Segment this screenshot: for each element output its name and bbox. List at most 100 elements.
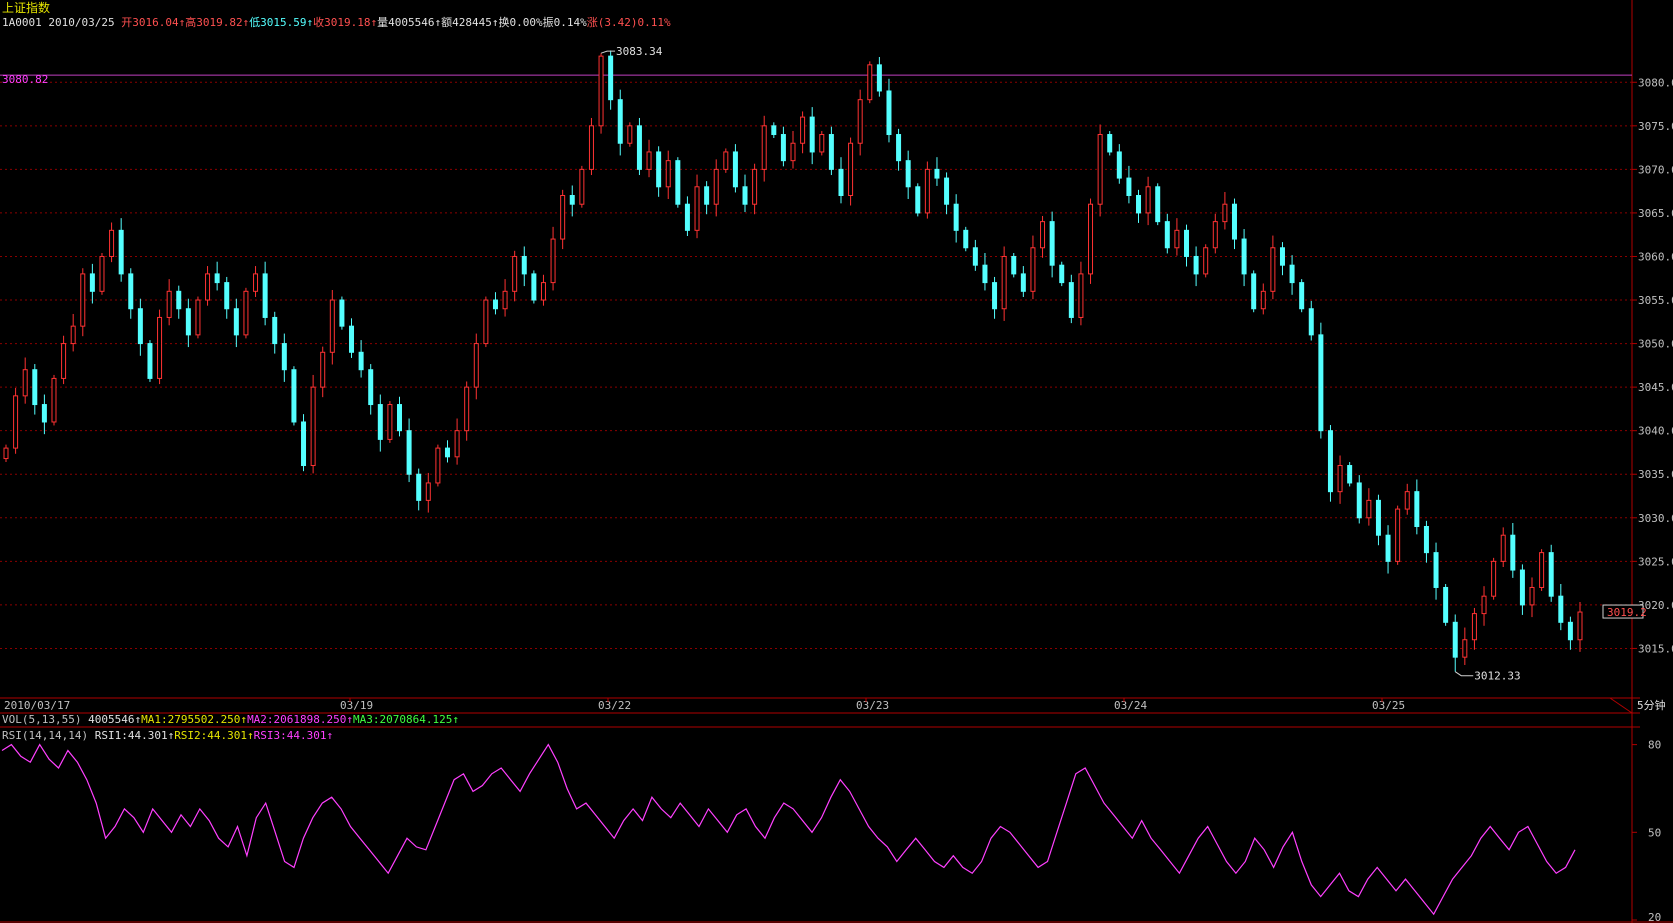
candle-body	[473, 343, 479, 388]
candle	[819, 131, 825, 156]
vol-indicator-header[interactable]: VOL(5,13,55) 4005546↑MA1:2795502.250↑MA2…	[2, 713, 459, 726]
candle-body	[41, 404, 47, 423]
candle-body	[1529, 586, 1535, 606]
rsi-line	[1, 743, 1576, 916]
candle-body	[339, 299, 345, 327]
candle	[262, 261, 268, 326]
candle	[224, 276, 230, 319]
candle-body	[675, 160, 681, 205]
candle	[310, 374, 316, 474]
candle	[1337, 455, 1343, 504]
candle-body	[915, 186, 921, 214]
candle	[905, 150, 911, 199]
price-tick-label: 3075.0	[1638, 120, 1673, 133]
candle-body	[1337, 465, 1343, 493]
candle-body	[51, 377, 57, 423]
candle	[1548, 544, 1554, 602]
candle-body	[1519, 569, 1525, 606]
candle	[1184, 224, 1189, 267]
candle-body	[1155, 186, 1161, 223]
candle	[51, 374, 57, 426]
date-axis: 2010/03/17 03/19 03/22 03/23 03/24 03/25	[4, 698, 1405, 712]
candle	[963, 226, 969, 252]
candle	[1241, 229, 1247, 287]
date-tick-label: 03/22	[598, 699, 631, 712]
candle-body	[1356, 482, 1362, 519]
candle	[32, 364, 38, 415]
candle	[89, 263, 95, 304]
quote-field: 量4005546↑	[377, 16, 441, 29]
candle-body	[1423, 526, 1429, 554]
candle-body	[329, 299, 335, 353]
kline-chart[interactable]: 3015.03020.03025.03030.03035.03040.03045…	[0, 0, 1673, 923]
candle-body	[243, 290, 249, 336]
candle	[176, 285, 182, 319]
candle-body	[531, 273, 537, 301]
candle-body	[109, 229, 115, 257]
candle	[1116, 144, 1122, 184]
candle	[483, 296, 489, 348]
candle	[1088, 198, 1094, 284]
candle	[1385, 525, 1391, 574]
candle	[886, 78, 892, 143]
candle	[3, 444, 9, 463]
price-gridlines	[0, 81, 1632, 649]
candle-body	[387, 404, 393, 440]
reference-line-label: 3080.82	[2, 73, 48, 86]
candle-body	[1510, 534, 1516, 571]
vol-field: MA3:2070864.125↑	[353, 713, 459, 726]
candle	[704, 181, 710, 215]
candle	[1529, 577, 1535, 618]
candle	[157, 309, 163, 385]
price-tick-label: 3050.0	[1638, 338, 1673, 351]
candle-body	[1260, 290, 1266, 310]
candle-body	[905, 160, 911, 188]
period-label[interactable]: 5分钟	[1637, 698, 1666, 712]
date-tick-label: 2010/03/17	[4, 699, 70, 712]
candle	[752, 163, 758, 215]
candle	[502, 279, 508, 317]
candle	[406, 418, 412, 483]
candle-body	[416, 473, 422, 501]
candle-body	[301, 421, 307, 467]
vol-field: 4005546↑	[81, 713, 141, 726]
quote-bar: 1A0001 2010/03/25 开3016.04↑高3019.82↑低301…	[2, 15, 671, 29]
candle-body	[800, 116, 806, 144]
rsi-axis: 80 50 20	[1632, 739, 1661, 923]
candle	[1030, 235, 1036, 300]
candle-body	[1491, 560, 1497, 597]
candle-body	[1241, 238, 1247, 275]
candle-body	[713, 168, 719, 205]
candle-body	[924, 168, 930, 214]
candle	[1404, 483, 1410, 515]
quote-field: 收3019.18↑	[313, 15, 377, 29]
candle	[924, 161, 930, 219]
candle	[1433, 542, 1439, 600]
candle	[656, 146, 662, 197]
candle-body	[1539, 552, 1545, 588]
candle-body	[1164, 221, 1170, 249]
candle-body	[896, 134, 902, 162]
candle-body	[742, 186, 748, 205]
candle	[1299, 279, 1305, 313]
rsi-indicator-header[interactable]: RSI(14,14,14) RSI1:44.301↑RSI2:44.301↑RS…	[2, 729, 333, 742]
candle	[665, 150, 671, 199]
candle	[1049, 211, 1055, 278]
candle-body	[320, 351, 326, 388]
candle	[1231, 198, 1237, 250]
candle-body	[444, 447, 450, 458]
candle-body	[1443, 586, 1449, 623]
candle-body	[214, 273, 220, 284]
candle-body	[1251, 273, 1257, 310]
candle-body	[1088, 203, 1094, 275]
candle-body	[1222, 203, 1228, 223]
candle	[1539, 549, 1545, 591]
candle	[1001, 246, 1007, 321]
candle-body	[694, 186, 700, 231]
candle-body	[1327, 430, 1333, 493]
candle	[521, 246, 527, 287]
candle-body	[579, 168, 585, 205]
candle	[1558, 583, 1564, 631]
candle	[109, 222, 115, 263]
candle-body	[1577, 611, 1583, 641]
